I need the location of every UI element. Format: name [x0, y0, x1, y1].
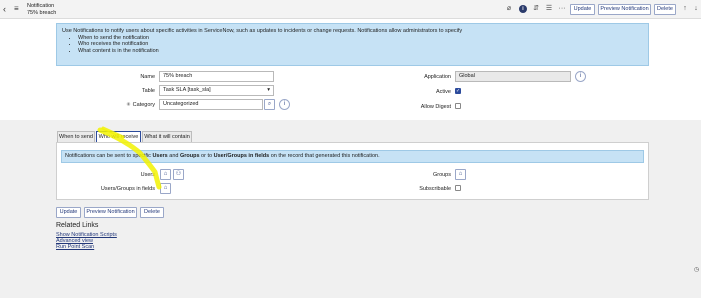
category-label: ✳ Category: [126, 102, 155, 108]
activity-icon[interactable]: ⇵: [532, 5, 540, 13]
delete-button[interactable]: Delete: [654, 4, 676, 15]
category-search-button[interactable]: ⌕: [264, 99, 275, 110]
application-info-button[interactable]: i: [575, 71, 586, 82]
subscribable-checkbox[interactable]: [455, 185, 461, 191]
msg-user-groups-fields: User/Groups in fields: [213, 153, 270, 159]
table-select[interactable]: Task SLA [task_sla] ▾: [159, 85, 274, 96]
application-label: Application: [424, 74, 451, 80]
more-icon[interactable]: ···: [558, 5, 566, 13]
back-icon[interactable]: ‹: [3, 5, 11, 14]
application-field: Global: [455, 71, 571, 82]
related-links-title: Related Links: [56, 222, 99, 229]
allow-digest-checkbox[interactable]: [455, 103, 461, 109]
table-label: Table: [141, 88, 155, 94]
record-type: Notification: [27, 3, 55, 9]
users-label: Users: [140, 172, 155, 178]
attachment-icon[interactable]: ⌀: [505, 5, 513, 13]
clock-icon[interactable]: ◷: [694, 266, 699, 273]
name-field[interactable]: 75% breach: [159, 71, 274, 82]
info-bullet: What content is in the notification: [78, 48, 643, 55]
allow-digest-label: Allow Digest: [420, 104, 451, 110]
down-arrow-icon[interactable]: ↓: [692, 5, 700, 13]
active-label: Active: [436, 89, 451, 95]
recipients-message: Notifications can be sent to specific Us…: [61, 150, 644, 163]
active-checkbox[interactable]: ✓: [455, 88, 461, 94]
update-button-bottom[interactable]: Update: [56, 207, 81, 218]
groups-label: Groups: [432, 172, 451, 178]
msg-users: Users: [152, 153, 168, 159]
info-circle-icon: i: [579, 73, 582, 79]
users-lock-button[interactable]: ⌂: [160, 169, 171, 180]
run-point-scan-link[interactable]: Run Point Scan: [56, 244, 94, 250]
category-info-button[interactable]: i: [279, 99, 290, 110]
info-bullets: When to send the notification Who receiv…: [78, 35, 643, 55]
record-name: 75% breach: [27, 10, 57, 16]
subscribable-label: Subscribable: [419, 186, 451, 192]
msg-groups: Groups: [179, 153, 200, 159]
delete-button-bottom[interactable]: Delete: [140, 207, 164, 218]
users-group-button[interactable]: ⚇: [173, 169, 184, 180]
settings-icon[interactable]: ☰: [545, 5, 553, 13]
category-field[interactable]: Uncategorized: [159, 99, 263, 110]
name-label: Name: [140, 74, 155, 80]
form-header: ‹ ≡ Notification 75% breach ⌀ i ⇵ ☰ ··· …: [0, 0, 701, 19]
user-groups-fields-label: Users/Groups in fields: [100, 186, 155, 192]
record-title: Notification 75% breach: [27, 3, 56, 16]
tab-when-to-send[interactable]: When to send: [57, 131, 95, 142]
lock-icon: ⌂: [163, 185, 168, 191]
info-circle-icon: i: [283, 101, 286, 107]
info-message: Use Notifications to notify users about …: [56, 23, 649, 66]
info-icon[interactable]: i: [519, 5, 527, 13]
user-groups-fields-lock-button[interactable]: ⌂: [160, 183, 171, 194]
lock-icon: ⌂: [458, 171, 463, 177]
table-select-value: Task SLA [task_sla]: [163, 87, 211, 93]
preview-notification-button[interactable]: Preview Notification: [598, 4, 651, 15]
groups-lock-button[interactable]: ⌂: [455, 169, 466, 180]
group-icon: ⚇: [175, 171, 182, 177]
search-icon: ⌕: [267, 101, 272, 107]
mandatory-icon: ✳: [126, 102, 131, 108]
chevron-down-icon: ▾: [267, 87, 270, 93]
preview-notification-button-bottom[interactable]: Preview Notification: [84, 207, 137, 218]
tab-what-it-will-contain[interactable]: What it will contain: [142, 131, 192, 142]
lock-icon: ⌂: [163, 171, 168, 177]
up-arrow-icon[interactable]: ↑: [681, 5, 689, 13]
menu-icon[interactable]: ≡: [14, 4, 22, 14]
update-button[interactable]: Update: [570, 4, 595, 15]
